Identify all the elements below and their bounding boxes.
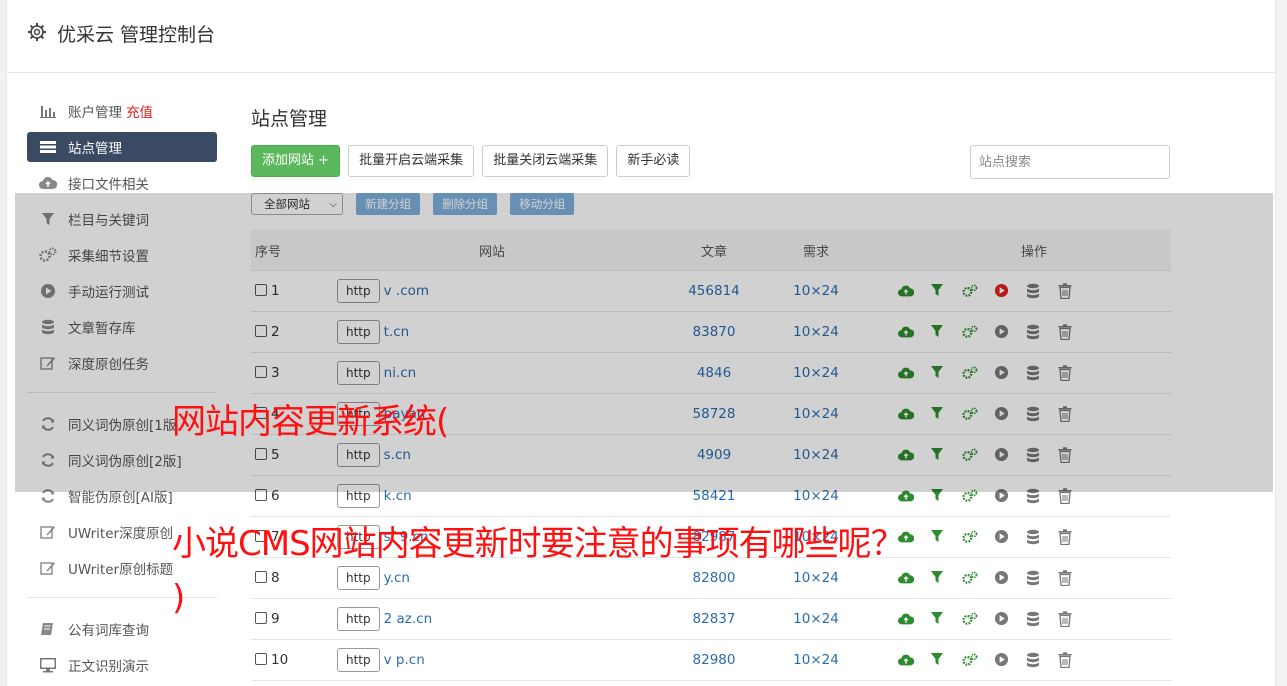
database-icon[interactable] (1026, 570, 1042, 586)
gears-icon[interactable] (962, 611, 978, 627)
sidebar-item-label: 站点管理 (68, 141, 122, 157)
database-icon[interactable] (1026, 652, 1042, 668)
sidebar-item-text-recognition[interactable]: 正文识别演示 (27, 650, 217, 680)
row-actions (862, 516, 1171, 558)
protocol-badge: http (337, 648, 380, 672)
headline-line-1: 网站内容更新系统( (172, 402, 449, 442)
row-actions (862, 557, 1171, 599)
table-row: 9 http 2 az.cn 82837 10×24 (251, 598, 1171, 640)
recharge-link[interactable]: 充值 (126, 101, 153, 121)
protocol-badge: http (337, 566, 380, 590)
dim-overlay (15, 193, 1273, 492)
headline-line-2: 小说CMS网站内容更新时要注意的事项有哪些呢？ (172, 524, 905, 564)
row-num: 8 (271, 570, 280, 586)
play-icon[interactable] (994, 611, 1010, 627)
row-checkbox[interactable] (255, 571, 267, 583)
filter-icon[interactable] (930, 529, 946, 545)
play-icon[interactable] (994, 570, 1010, 586)
filter-icon[interactable] (930, 570, 946, 586)
trash-icon[interactable] (1058, 570, 1074, 587)
edit-icon (39, 524, 57, 540)
site-url-link[interactable]: y.cn (384, 570, 410, 586)
newbie-guide-button[interactable]: 新手必读 (616, 145, 691, 177)
row-actions (862, 598, 1171, 640)
headline-line-3: ) (172, 578, 185, 618)
article-count-link[interactable]: 82837 (658, 598, 770, 640)
sidebar-item-label: 公有词库查询 (68, 623, 149, 639)
database-icon[interactable] (1026, 529, 1042, 545)
trash-icon[interactable] (1058, 652, 1074, 669)
sidebar-item-site-management[interactable]: 站点管理 (27, 132, 217, 162)
upload-icon[interactable] (898, 570, 915, 586)
play-icon[interactable] (994, 652, 1010, 668)
monitor-icon (39, 657, 57, 673)
filter-icon[interactable] (930, 652, 946, 668)
sidebar-divider (27, 597, 217, 598)
row-checkbox[interactable] (255, 612, 267, 624)
trash-icon[interactable] (1058, 611, 1074, 628)
upload-icon[interactable] (898, 652, 915, 668)
row-num-cell: 10 (251, 639, 326, 681)
top-bar: 优采云 管理控制台 (7, 0, 1275, 73)
cloud-upload-icon (39, 175, 57, 191)
play-icon[interactable] (994, 529, 1010, 545)
row-checkbox[interactable] (255, 653, 267, 665)
site-url-link[interactable]: v p.cn (384, 652, 425, 668)
bar-chart-icon (39, 103, 57, 119)
row-num: 10 (271, 652, 289, 668)
article-count-link[interactable]: 82980 (658, 639, 770, 681)
row-actions (862, 639, 1171, 681)
database-icon[interactable] (1026, 611, 1042, 627)
site-search-input[interactable] (970, 145, 1170, 179)
gear-icon (28, 23, 46, 41)
server-icon (39, 139, 57, 155)
batch-close-cloud-button[interactable]: 批量关闭云端采集 (482, 145, 609, 177)
sidebar-item-label: UWriter原创标题 (68, 562, 174, 578)
edit-icon (39, 560, 57, 576)
batch-open-cloud-button[interactable]: 批量开启云端采集 (348, 145, 475, 177)
gears-icon[interactable] (962, 570, 978, 586)
sidebar-item-account[interactable]: 账户管理 充值 (27, 96, 217, 126)
demand-link[interactable]: 10×24 (770, 598, 862, 640)
row-num-cell: 9 (251, 598, 326, 640)
page-title: 站点管理 (251, 108, 328, 130)
sidebar-item-label: UWriter深度原创 (68, 526, 174, 542)
sidebar-item-label: 正文识别演示 (68, 659, 149, 675)
site-url-link[interactable]: 2 az.cn (384, 611, 433, 627)
app-title: 优采云 管理控制台 (57, 24, 216, 46)
filter-icon[interactable] (930, 611, 946, 627)
row-num: 9 (271, 611, 280, 627)
protocol-badge: http (337, 607, 380, 631)
sidebar-item-label: 接口文件相关 (68, 177, 149, 193)
gears-icon[interactable] (962, 529, 978, 545)
row-site-cell: http v p.cn (326, 639, 658, 681)
add-site-button[interactable]: 添加网站 + (251, 145, 341, 177)
sidebar-item-public-lexicon[interactable]: 公有词库查询 (27, 614, 217, 644)
book-icon (39, 621, 57, 637)
upload-icon[interactable] (898, 611, 915, 627)
sidebar-item-label: 账户管理 (68, 105, 122, 121)
toolbar: 添加网站 + 批量开启云端采集 批量关闭云端采集 新手必读 (251, 145, 1176, 179)
trash-icon[interactable] (1058, 529, 1074, 546)
row-site-cell: http 2 az.cn (326, 598, 658, 640)
demand-link[interactable]: 10×24 (770, 639, 862, 681)
table-row: 10 http v p.cn 82980 10×24 (251, 639, 1171, 681)
gears-icon[interactable] (962, 652, 978, 668)
